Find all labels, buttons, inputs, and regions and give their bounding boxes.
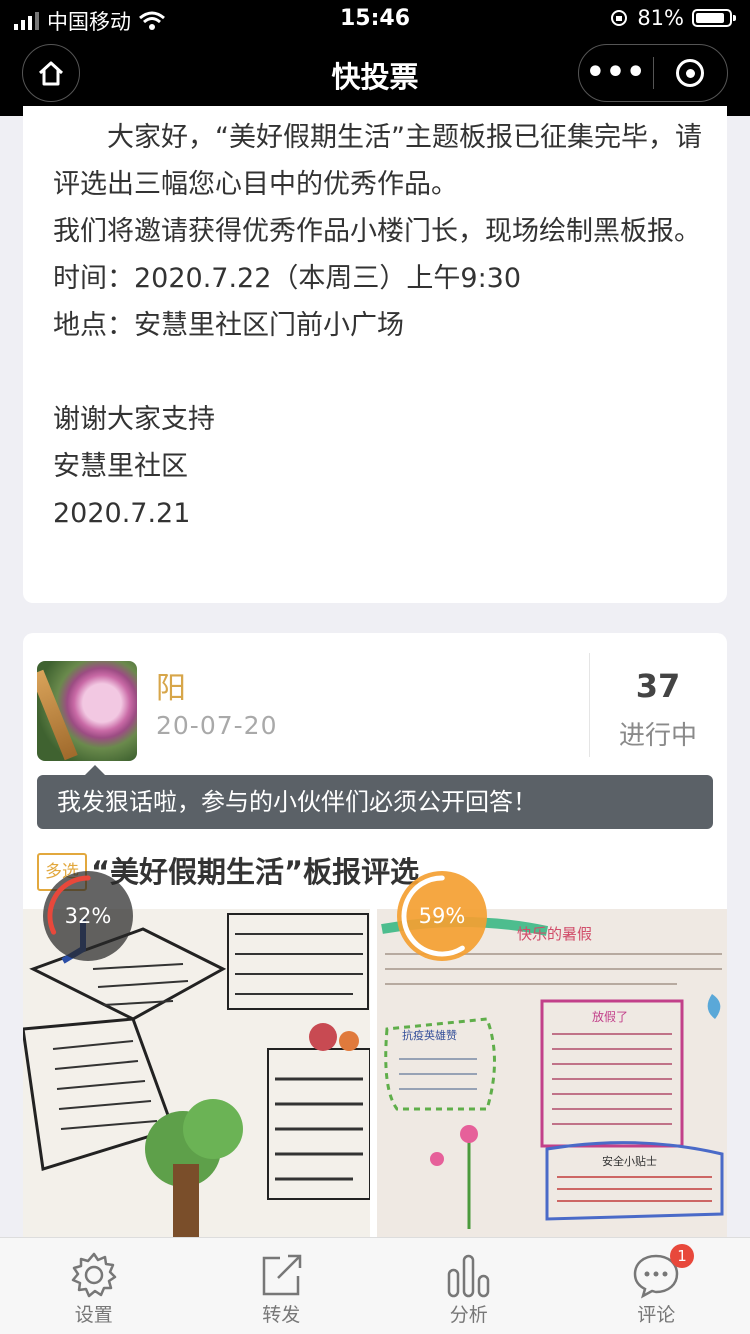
notice-line: 谢谢大家支持 bbox=[53, 396, 703, 443]
poster2-heading: 快乐的暑假 bbox=[517, 925, 592, 943]
tab-label: 分析 bbox=[375, 1300, 563, 1327]
option-1-percent: 32% bbox=[65, 904, 112, 928]
poll-status: 进行中 bbox=[589, 715, 727, 752]
notice-line: 大家好，“美好假期生活”主题板报已征集完毕，请评选出三幅您心目中的优秀作品。 bbox=[53, 114, 703, 208]
target-icon bbox=[676, 59, 704, 87]
gear-icon bbox=[69, 1250, 119, 1300]
bottom-tab-bar: 设置 转发 分析 1 评论 bbox=[0, 1237, 750, 1334]
author-avatar[interactable] bbox=[37, 661, 137, 761]
tab-analysis[interactable]: 分析 bbox=[375, 1238, 563, 1334]
battery-icon bbox=[692, 9, 732, 27]
tab-comments[interactable]: 1 评论 bbox=[563, 1238, 750, 1334]
mini-program-capsule: ••• bbox=[578, 44, 728, 102]
tab-settings[interactable]: 设置 bbox=[0, 1238, 188, 1334]
author-message: 我发狠话啦，参与的小伙伴们必须公开回答！ bbox=[37, 775, 713, 829]
comment-count-badge: 1 bbox=[670, 1244, 694, 1268]
vote-count: 37 bbox=[589, 667, 727, 705]
battery-percent: 81% bbox=[637, 6, 684, 30]
notice-card: 大家好，“美好假期生活”主题板报已征集完毕，请评选出三幅您心目中的优秀作品。 我… bbox=[23, 106, 727, 603]
poll-card[interactable]: 阳 20-07-20 37 进行中 我发狠话啦，参与的小伙伴们必须公开回答！ 多… bbox=[23, 633, 727, 1253]
share-icon bbox=[256, 1250, 306, 1300]
author-name[interactable]: 阳 bbox=[156, 663, 186, 707]
tab-label: 评论 bbox=[563, 1300, 750, 1327]
notice-text: 大家好，“美好假期生活”主题板报已征集完毕，请评选出三幅您心目中的优秀作品。 我… bbox=[53, 114, 703, 537]
option-2-percent: 59% bbox=[419, 904, 466, 928]
notice-line: 2020.7.21 bbox=[53, 490, 703, 537]
poster2-tips-title: 安全小贴士 bbox=[602, 1154, 657, 1168]
option-2-progress: 59% bbox=[397, 871, 487, 961]
status-bar: 中国移动 15:46 81% bbox=[0, 0, 750, 38]
poster2-left-title: 抗疫英雄赞 bbox=[402, 1028, 457, 1042]
poster2-poem-title: 放假了 bbox=[592, 1009, 628, 1024]
notice-line: 我们将邀请获得优秀作品小楼门长，现场绘制黑板报。 bbox=[53, 208, 703, 255]
poll-date: 20-07-20 bbox=[156, 711, 277, 740]
rotation-lock-icon bbox=[609, 8, 629, 28]
nav-bar: 快投票 ••• bbox=[0, 38, 750, 116]
notice-line: 安慧里社区 bbox=[53, 443, 703, 490]
tab-label: 设置 bbox=[0, 1300, 188, 1327]
chart-icon bbox=[444, 1250, 494, 1300]
close-mini-program-button[interactable] bbox=[654, 59, 727, 87]
notice-line: 时间：2020.7.22（本周三）上午9:30 bbox=[53, 255, 703, 302]
notice-spacer bbox=[53, 349, 703, 396]
tab-share[interactable]: 转发 bbox=[188, 1238, 376, 1334]
notice-line: 地点：安慧里社区门前小广场 bbox=[53, 302, 703, 349]
top-bar: 中国移动 15:46 81% 快投票 ••• bbox=[0, 0, 750, 116]
poll-title: “美好假期生活”板报评选 bbox=[91, 849, 419, 891]
tab-label: 转发 bbox=[188, 1300, 376, 1327]
option-1-progress: 32% bbox=[43, 871, 133, 961]
more-icon[interactable]: ••• bbox=[579, 63, 653, 83]
